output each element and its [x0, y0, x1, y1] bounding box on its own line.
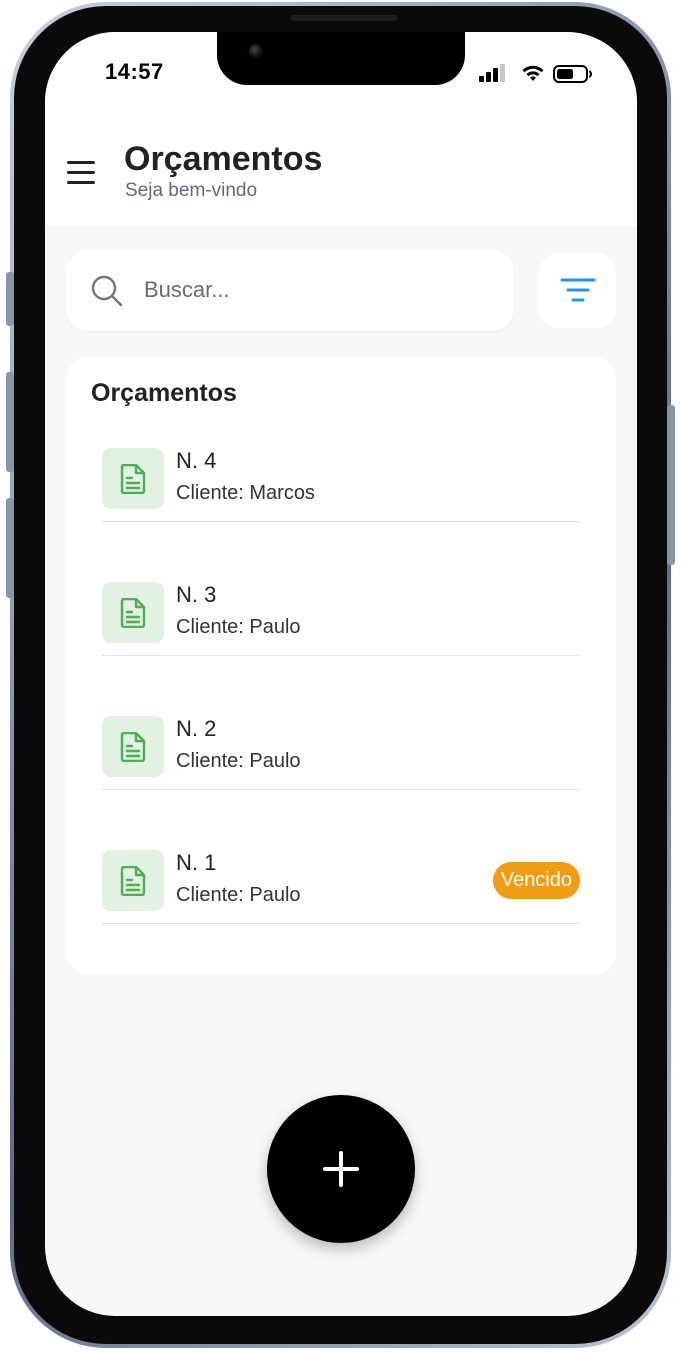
front-camera: [249, 44, 263, 58]
list-item[interactable]: N. 3 Cliente: Paulo: [102, 582, 580, 656]
quote-client: Cliente: Paulo: [176, 884, 301, 906]
list-item[interactable]: N. 4 Cliente: Marcos: [102, 448, 580, 522]
speaker-slot: [290, 15, 398, 21]
document-icon: [102, 716, 164, 777]
screen: 14:57 Orçamentos Seja bem-vindo Buscar..…: [45, 32, 637, 1316]
list-item[interactable]: N. 2 Cliente: Paulo: [102, 716, 580, 790]
quote-number: N. 1: [176, 850, 217, 875]
search-box[interactable]: [66, 250, 514, 331]
status-badge-overdue: Vencido: [492, 862, 580, 899]
document-icon: [102, 850, 164, 911]
status-icons: [479, 61, 599, 85]
search-icon: [91, 275, 123, 307]
page-subtitle: Seja bem-vindo: [125, 180, 258, 201]
notch: [217, 32, 465, 85]
document-icon: [102, 448, 164, 509]
card-title: Orçamentos: [91, 379, 237, 407]
quote-client: Cliente: Paulo: [176, 750, 301, 772]
add-quote-button[interactable]: [267, 1095, 415, 1243]
quote-client: Cliente: Paulo: [176, 616, 301, 638]
quote-client: Cliente: Marcos: [176, 482, 315, 504]
cellular-signal-icon: [479, 64, 505, 82]
list-item[interactable]: N. 1 Cliente: Paulo Vencido: [102, 850, 580, 924]
power-button: [667, 405, 675, 565]
document-icon: [102, 582, 164, 643]
page-title: Orçamentos: [124, 140, 323, 178]
battery-icon: [553, 65, 592, 83]
quotes-card: Orçamentos N. 4 Cliente: Marcos N. 3 Cli…: [66, 357, 616, 974]
search-input[interactable]: [142, 268, 492, 312]
quote-number: N. 3: [176, 582, 217, 607]
quote-number: N. 4: [176, 448, 217, 473]
filter-icon: [560, 278, 596, 302]
status-time: 14:57: [105, 59, 164, 84]
plus-icon: [323, 1151, 359, 1187]
volume-up-button: [6, 372, 14, 472]
silent-switch: [6, 272, 14, 326]
hamburger-menu-icon[interactable]: [65, 159, 95, 185]
volume-down-button: [6, 498, 14, 598]
filter-button[interactable]: [539, 253, 616, 328]
quote-number: N. 2: [176, 716, 217, 741]
wifi-icon: [522, 65, 544, 81]
